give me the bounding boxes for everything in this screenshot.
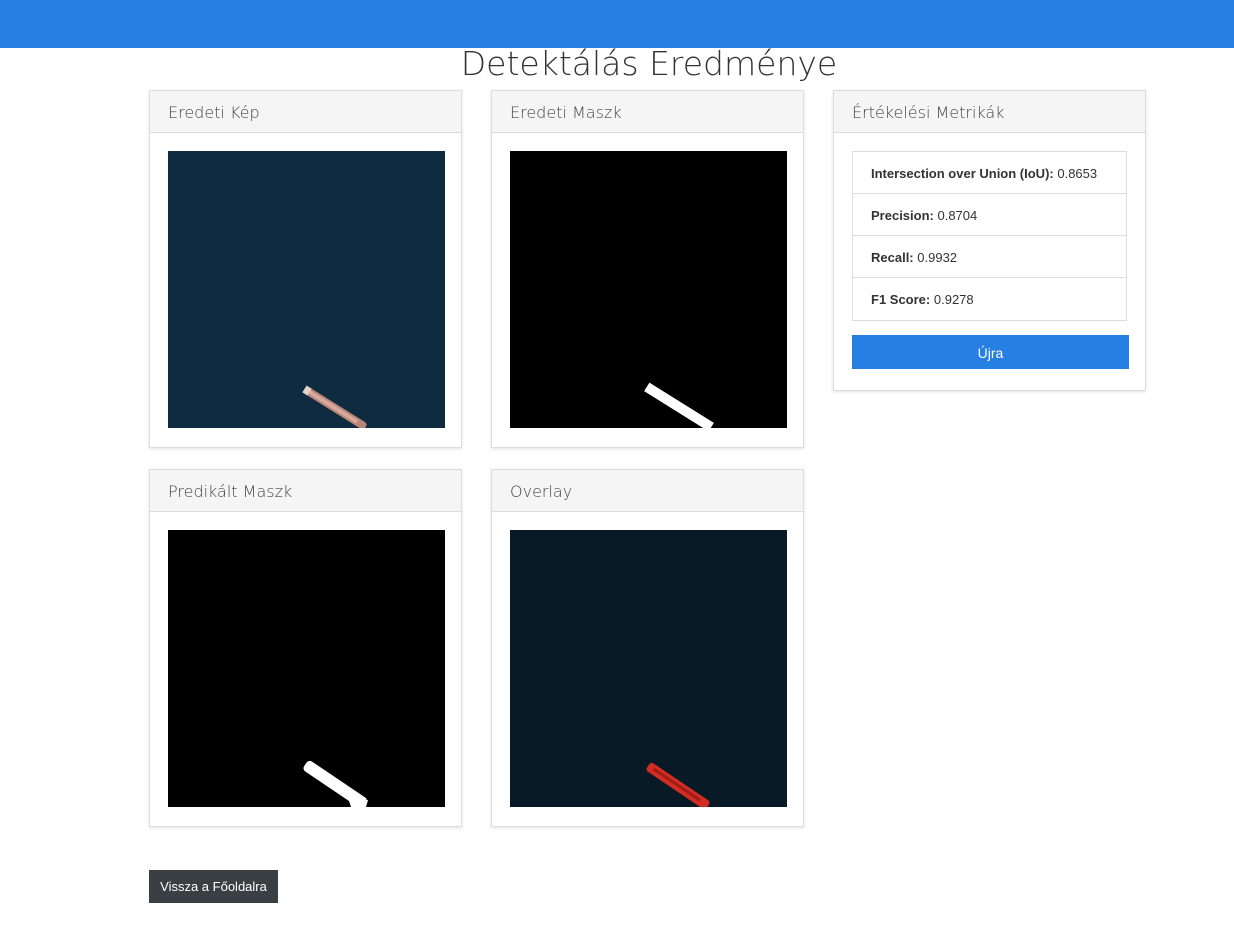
overlay-title: Overlay: [492, 470, 803, 512]
metrics-list: Intersection over Union (IoU): 0.8653 Pr…: [852, 151, 1127, 321]
metric-f1: F1 Score: 0.9278: [853, 278, 1126, 320]
metric-iou-value: 0.8653: [1057, 166, 1098, 181]
metric-recall: Recall: 0.9932: [853, 236, 1126, 278]
original-mask-image: [510, 151, 787, 428]
original-mask-title: Eredeti Maszk: [492, 91, 803, 133]
metrics-card: Értékelési Metrikák Intersection over Un…: [833, 90, 1146, 391]
metric-iou: Intersection over Union (IoU): 0.8653: [853, 152, 1126, 194]
original-image-title: Eredeti Kép: [150, 91, 461, 133]
page-title: Detektálás Eredménye: [460, 44, 838, 83]
metric-precision-value: 0.8704: [937, 208, 978, 223]
predicted-mask-image: [168, 530, 445, 807]
metric-recall-value: 0.9932: [917, 250, 958, 265]
overlay-card: Overlay: [491, 469, 804, 827]
metric-precision: Precision: 0.8704: [853, 194, 1126, 236]
top-navbar: [0, 0, 1234, 48]
metric-precision-label: Precision:: [871, 208, 934, 223]
original-mask-card: Eredeti Maszk: [491, 90, 804, 448]
metric-f1-label: F1 Score:: [871, 292, 931, 307]
overlay-image: [510, 530, 787, 807]
retry-button[interactable]: Újra: [852, 335, 1129, 369]
original-image: [168, 151, 445, 428]
original-image-card: Eredeti Kép: [149, 90, 462, 448]
metrics-title: Értékelési Metrikák: [834, 91, 1145, 133]
predicted-mask-card: Predikált Maszk: [149, 469, 462, 827]
metric-f1-value: 0.9278: [933, 292, 974, 307]
predicted-mask-title: Predikált Maszk: [150, 470, 461, 512]
metric-iou-label: Intersection over Union (IoU):: [871, 166, 1054, 181]
back-to-home-button[interactable]: Vissza a Főoldalra: [149, 870, 278, 903]
metric-recall-label: Recall:: [871, 250, 914, 265]
